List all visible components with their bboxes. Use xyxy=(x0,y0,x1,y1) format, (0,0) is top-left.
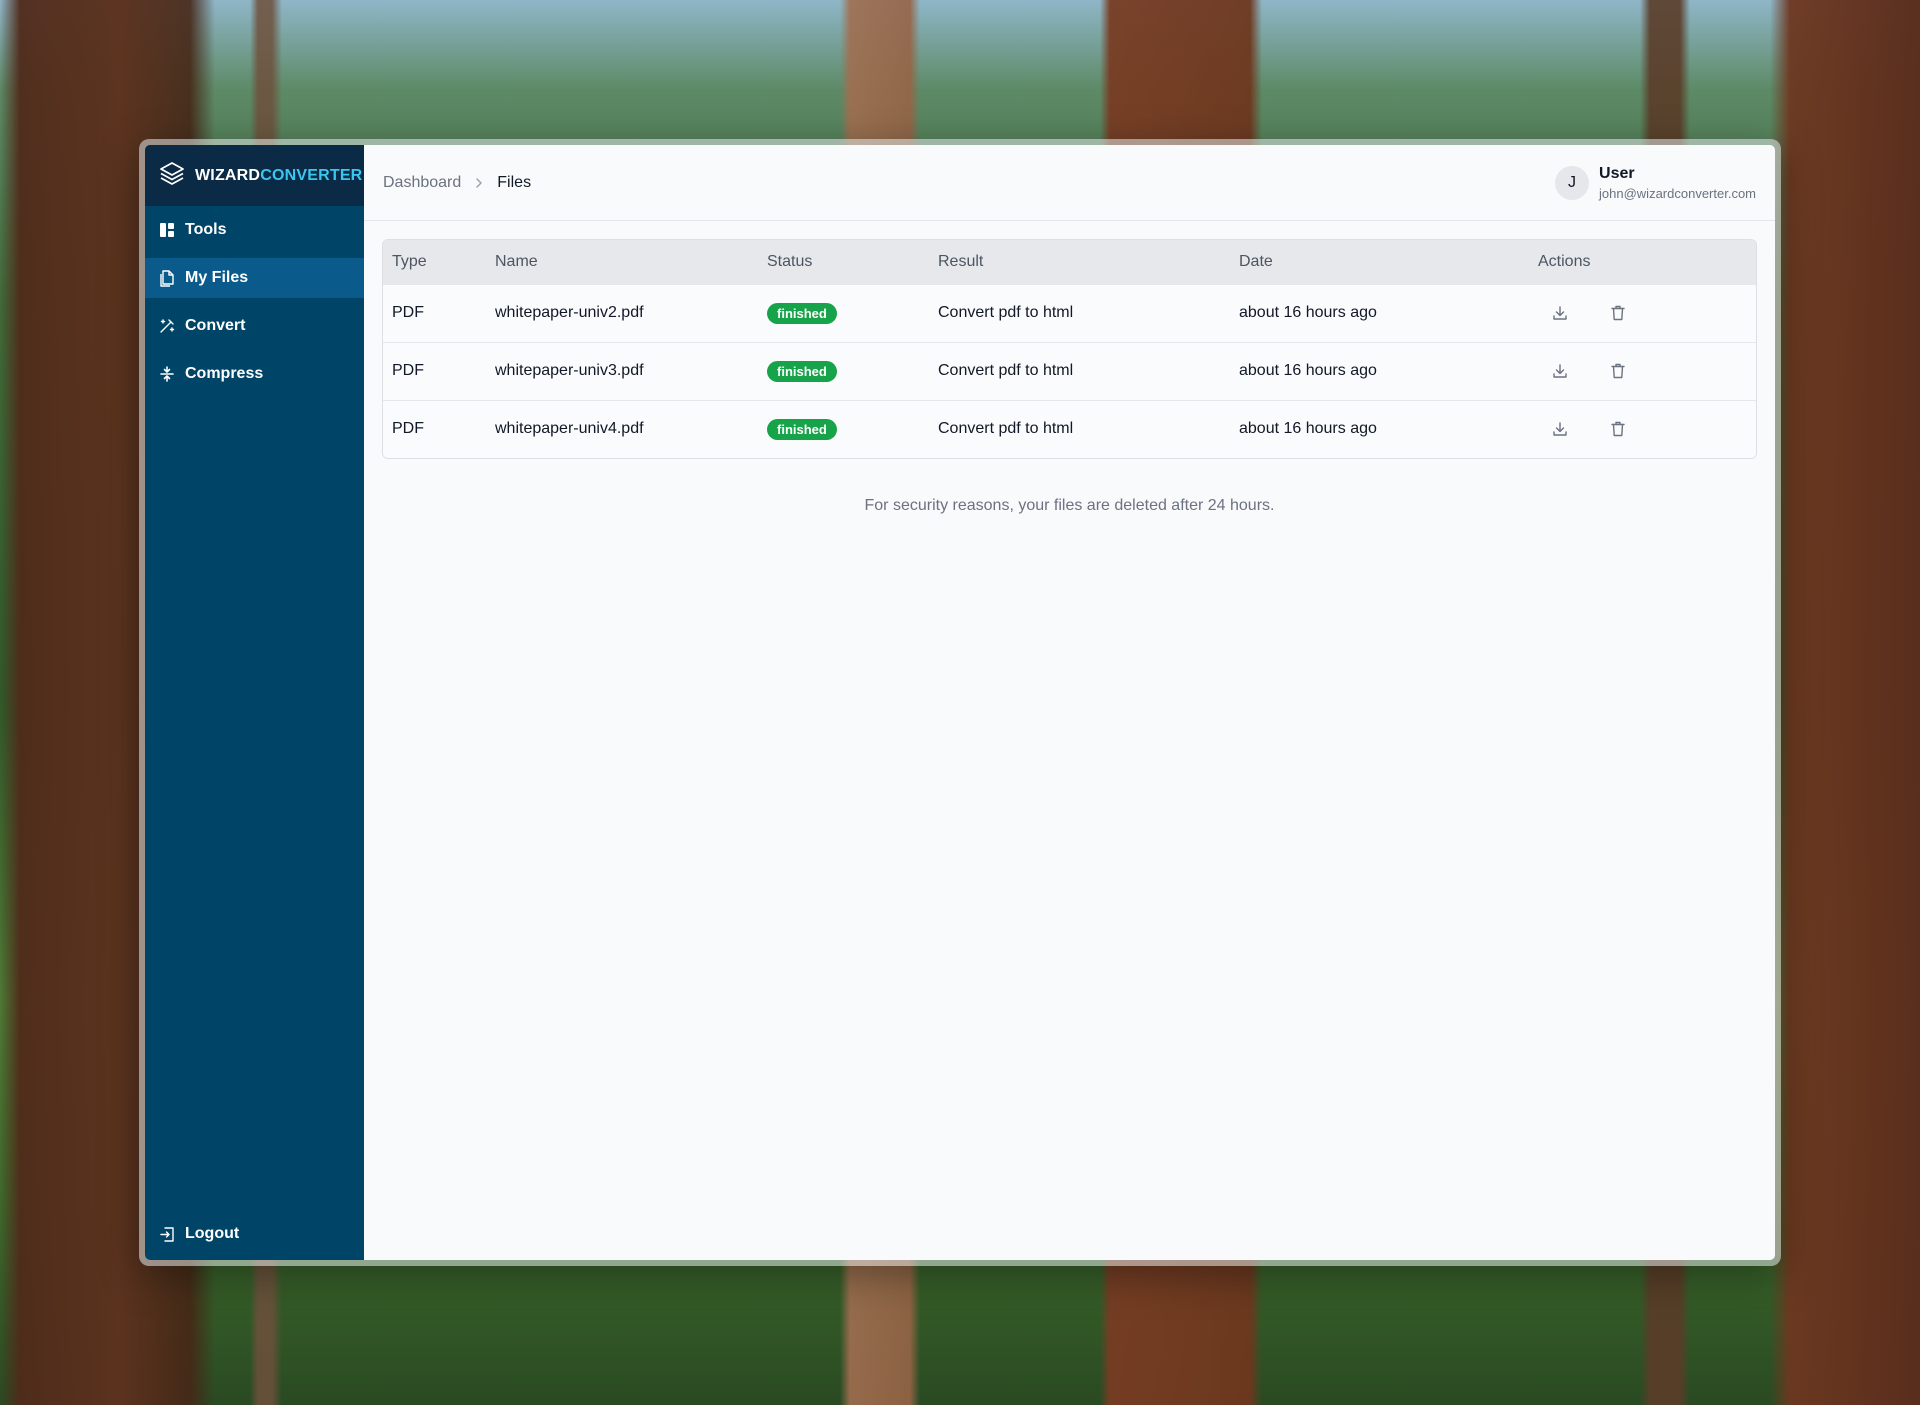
cell-actions xyxy=(1529,399,1756,458)
column-header-name: Name xyxy=(486,240,758,284)
download-button[interactable] xyxy=(1548,417,1572,441)
cell-name: whitepaper-univ4.pdf xyxy=(486,399,758,458)
delete-button[interactable] xyxy=(1606,417,1630,441)
cell-result: Convert pdf to html xyxy=(929,283,1230,342)
user-info: User john@wizardconverter.com xyxy=(1599,165,1756,201)
user-name: User xyxy=(1599,164,1635,182)
app-shell: WIZARDCONVERTER Tools My Files Convert C… xyxy=(145,145,1775,1260)
breadcrumb-current: Files xyxy=(497,173,532,191)
cell-status: finished xyxy=(758,399,929,458)
table-row: PDF whitepaper-univ2.pdf finished Conver… xyxy=(383,283,1756,342)
sidebar-item-label: Convert xyxy=(185,317,246,334)
logout-button[interactable]: Logout xyxy=(145,1214,364,1254)
delete-button[interactable] xyxy=(1606,359,1630,383)
download-icon xyxy=(1553,306,1567,320)
column-header-result: Result xyxy=(929,240,1230,284)
trash-icon xyxy=(1611,363,1625,379)
logout-icon xyxy=(159,1226,175,1242)
download-icon xyxy=(1553,422,1567,436)
retention-notice: For security reasons, your files are del… xyxy=(864,497,1275,514)
sidebar: WIZARDCONVERTER Tools My Files Convert C… xyxy=(145,145,364,1260)
cell-type: PDF xyxy=(383,399,486,458)
download-button[interactable] xyxy=(1548,359,1572,383)
magic-wand-icon xyxy=(159,318,175,334)
download-icon xyxy=(1553,364,1567,378)
sidebar-item-tools[interactable]: Tools xyxy=(145,210,364,250)
files-table-container: Type Name Status Result Date Actions PDF xyxy=(382,239,1757,459)
sidebar-item-convert[interactable]: Convert xyxy=(145,306,364,346)
status-badge: finished xyxy=(767,360,837,382)
brand-name-part1: WIZARD xyxy=(195,166,261,184)
cell-type: PDF xyxy=(383,341,486,400)
user-email: john@wizardconverter.com xyxy=(1599,185,1756,201)
brand-header[interactable]: WIZARDCONVERTER xyxy=(145,145,364,206)
cell-name: whitepaper-univ3.pdf xyxy=(486,341,758,400)
sidebar-item-label: Tools xyxy=(185,221,227,238)
column-header-type: Type xyxy=(383,240,486,284)
trash-icon xyxy=(1611,422,1625,437)
table-header-row: Type Name Status Result Date Actions xyxy=(383,240,1756,284)
column-header-status: Status xyxy=(758,240,929,284)
avatar[interactable]: J xyxy=(1555,165,1590,200)
cell-result: Convert pdf to html xyxy=(929,341,1230,400)
logout-label: Logout xyxy=(185,1225,240,1242)
app-window: WIZARDCONVERTER Tools My Files Convert C… xyxy=(139,139,1781,1266)
cell-status: finished xyxy=(758,341,929,400)
column-header-actions: Actions xyxy=(1529,240,1756,284)
row-actions xyxy=(1538,301,1747,325)
breadcrumb: Dashboard Files xyxy=(383,174,531,192)
cell-result: Convert pdf to html xyxy=(929,399,1230,458)
table-row: PDF whitepaper-univ3.pdf finished Conver… xyxy=(383,341,1756,400)
files-table: Type Name Status Result Date Actions PDF xyxy=(383,240,1756,458)
cell-actions xyxy=(1529,283,1756,342)
table-row: PDF whitepaper-univ4.pdf finished Conver… xyxy=(383,399,1756,458)
sidebar-item-my-files[interactable]: My Files xyxy=(145,258,364,298)
cell-date: about 16 hours ago xyxy=(1230,341,1529,400)
cell-date: about 16 hours ago xyxy=(1230,399,1529,458)
row-actions xyxy=(1538,417,1747,441)
download-button[interactable] xyxy=(1548,301,1572,325)
main-panel: Dashboard Files J User john@wizardconver… xyxy=(364,145,1775,1260)
cell-date: about 16 hours ago xyxy=(1230,283,1529,342)
compress-icon xyxy=(159,366,175,382)
row-actions xyxy=(1538,359,1747,383)
files-content: Type Name Status Result Date Actions PDF xyxy=(364,221,1775,515)
sidebar-nav: Tools My Files Convert Compress xyxy=(145,206,364,394)
sidebar-item-label: Compress xyxy=(185,365,264,382)
chevron-right-icon xyxy=(475,177,483,189)
status-badge: finished xyxy=(767,418,837,440)
layers-icon xyxy=(159,161,185,190)
files-icon xyxy=(159,269,175,287)
breadcrumb-dashboard-link[interactable]: Dashboard xyxy=(383,174,461,192)
grid-icon xyxy=(159,222,175,238)
cell-name: whitepaper-univ2.pdf xyxy=(486,283,758,342)
cell-type: PDF xyxy=(383,283,486,342)
delete-button[interactable] xyxy=(1606,301,1630,325)
sidebar-item-compress[interactable]: Compress xyxy=(145,354,364,394)
cell-actions xyxy=(1529,341,1756,400)
user-menu[interactable]: J User john@wizardconverter.com xyxy=(1555,165,1756,201)
trash-icon xyxy=(1611,305,1625,321)
cell-status: finished xyxy=(758,283,929,342)
column-header-date: Date xyxy=(1230,240,1529,284)
status-badge: finished xyxy=(767,302,837,324)
sidebar-item-label: My Files xyxy=(185,269,249,286)
top-bar: Dashboard Files J User john@wizardconver… xyxy=(364,145,1775,221)
brand-name-part2: CONVERTER xyxy=(260,166,363,184)
brand-name: WIZARDCONVERTER xyxy=(195,167,362,185)
